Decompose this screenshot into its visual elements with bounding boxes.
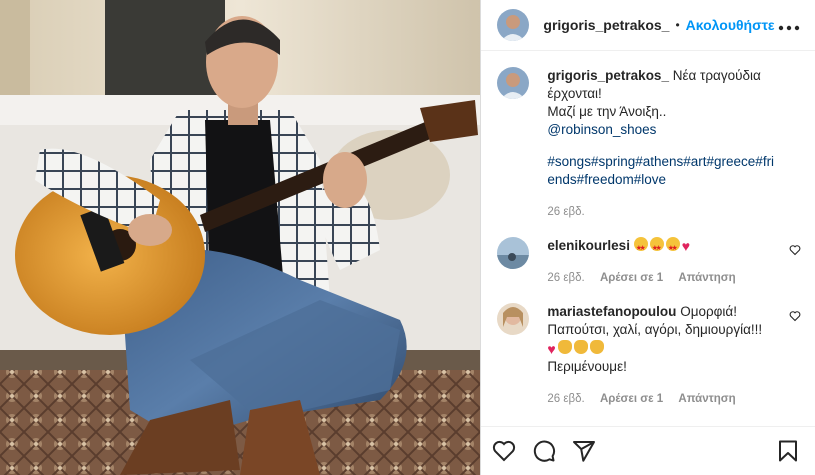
author-username[interactable]: grigoris_petrakos_: [543, 17, 669, 33]
red-heart-emoji-icon: ♥: [681, 238, 691, 255]
comment-meta: 26 εβδ. Αρέσει σε 1 Απάντηση: [547, 269, 779, 287]
commenter-username[interactable]: elenikourlesi: [547, 238, 630, 253]
more-icon[interactable]: [777, 14, 801, 37]
action-bar: [481, 426, 815, 475]
red-heart-emoji-icon: ♥: [547, 340, 556, 357]
avatar-image: [497, 67, 530, 99]
post-sidebar: grigoris_petrakos_ • Ακολουθήστε grigori…: [480, 0, 815, 475]
comment-icon[interactable]: [531, 438, 557, 464]
comments-list[interactable]: grigoris_petrakos_ Νέα τραγούδια έρχοντα…: [481, 51, 815, 426]
comment-likes[interactable]: Αρέσει σε 1: [600, 393, 663, 405]
post-photo-illustration: [0, 0, 481, 475]
caption-line-2: Μαζί με την Άνοιξη..: [547, 104, 667, 119]
heart-icon[interactable]: [789, 309, 801, 322]
more-icon-glyph: [778, 25, 800, 30]
commenter-avatar[interactable]: [497, 303, 530, 336]
share-icon[interactable]: [571, 438, 597, 464]
clapping-hands-emoji-icon: [557, 339, 572, 354]
comment-time[interactable]: 26 εβδ.: [547, 272, 584, 284]
avatar-image: [497, 9, 530, 41]
comment-item: elenikourlesi ♥ 26 εβδ. Αρέσει σε 1 Απάν…: [497, 237, 801, 287]
post-header: grigoris_petrakos_ • Ακολουθήστε: [481, 0, 815, 51]
emoji-row: ♥: [547, 339, 604, 358]
reply-button[interactable]: Απάντηση: [678, 393, 735, 405]
comment-text-2: Παπούτσι, χαλί, αγόρι, δημιουργία!!!: [547, 322, 763, 338]
clapping-hands-emoji-icon: [589, 339, 604, 354]
like-icon-glyph: [493, 440, 516, 462]
mention-link[interactable]: @robinson_shoes: [547, 122, 656, 137]
header-separator: •: [675, 18, 680, 32]
comment-text-3: Περιμένουμε!: [547, 358, 627, 374]
heart-icon[interactable]: [789, 243, 801, 256]
caption-username[interactable]: grigoris_petrakos_: [547, 68, 669, 83]
comment-time[interactable]: 26 εβδ.: [547, 393, 584, 405]
instagram-post-view: grigoris_petrakos_ • Ακολουθήστε grigori…: [0, 0, 815, 475]
clapping-hands-emoji-icon: [573, 339, 588, 354]
author-avatar[interactable]: [497, 9, 530, 41]
comment-text: mariastefanopoulou Ομορφιά! Παπούτσι, χα…: [547, 303, 801, 407]
heart-icon[interactable]: [491, 438, 517, 464]
follow-button[interactable]: Ακολουθήστε: [686, 17, 775, 33]
share-icon-glyph: [573, 441, 596, 462]
post-photo[interactable]: [0, 0, 481, 475]
avatar-image: [497, 237, 530, 269]
caption-time[interactable]: 26 εβδ.: [547, 206, 584, 218]
hashtags-link[interactable]: #songs#spring#athens#art#greece#friends#…: [547, 153, 779, 189]
bookmark-icon[interactable]: [775, 438, 801, 464]
star-struck-emoji-icon: [649, 237, 664, 258]
avatar-image: [497, 303, 530, 336]
star-struck-emoji-icon: [633, 237, 648, 258]
caption-text: grigoris_petrakos_ Νέα τραγούδια έρχοντα…: [547, 67, 801, 221]
caption-avatar[interactable]: [497, 67, 530, 99]
comment-text: elenikourlesi ♥ 26 εβδ. Αρέσει σε 1 Απάν…: [547, 237, 801, 287]
emoji-row: ♥: [633, 237, 691, 258]
commenter-username[interactable]: mariastefanopoulou: [547, 304, 676, 319]
bookmark-icon-glyph: [779, 440, 797, 462]
comment-likes[interactable]: Αρέσει σε 1: [600, 272, 663, 284]
heart-icon-glyph: [789, 245, 801, 256]
post-caption: grigoris_petrakos_ Νέα τραγούδια έρχοντα…: [497, 67, 801, 221]
heart-icon-glyph: [789, 311, 801, 322]
comment-item: mariastefanopoulou Ομορφιά! Παπούτσι, χα…: [497, 303, 801, 407]
comment-text-1: Ομορφιά!: [680, 304, 737, 320]
reply-button[interactable]: Απάντηση: [678, 272, 735, 284]
commenter-avatar[interactable]: [497, 237, 530, 269]
star-struck-emoji-icon: [665, 237, 680, 258]
comment-meta: 26 εβδ. Αρέσει σε 1 Απάντηση: [547, 390, 779, 408]
caption-meta: 26 εβδ.: [547, 203, 779, 221]
comment-icon-glyph: [534, 440, 556, 462]
